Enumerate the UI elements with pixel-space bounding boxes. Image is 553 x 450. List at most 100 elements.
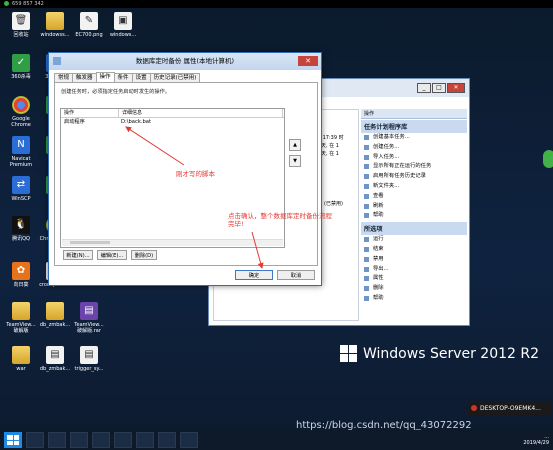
status-dot-icon [4, 1, 9, 6]
action-item[interactable]: 删除 [361, 284, 467, 294]
desktop-icon[interactable]: TeamView... 破解版 [4, 302, 38, 334]
windows-brand-text: Windows Server 2012 R2 [363, 345, 540, 362]
windows-logo-icon [340, 345, 357, 362]
desktop-icon-label: 腾讯QQ [12, 236, 30, 242]
taskbar-app-icon[interactable] [26, 432, 44, 448]
desktop-icon[interactable]: ▤ TeamView... 破解版.rar [72, 302, 106, 334]
purple-icon: ▤ [80, 302, 98, 320]
desktop-icon[interactable]: ✿ 向日葵 [4, 262, 38, 288]
desktop-icon-label: windowss... [40, 32, 70, 38]
taskbar-app-icon[interactable] [92, 432, 110, 448]
desktop-icon[interactable]: ▣ windows... [106, 12, 140, 38]
desktop-icon[interactable]: 🗑 回收站 [4, 12, 38, 38]
tray-date: 2019/4/29 [523, 440, 549, 446]
horizontal-scrollbar[interactable] [62, 239, 283, 246]
action-item[interactable]: 导出... [361, 265, 467, 275]
orange-icon: ✿ [12, 262, 30, 280]
desktop-icon-label: war [16, 366, 26, 372]
dialog-titlebar: 数据库定时备份 属性(本地计算机) ✕ [49, 53, 321, 70]
desktop-icon[interactable]: db_zmbak... [38, 302, 72, 328]
action-item[interactable]: 刷新 [361, 202, 467, 212]
folder-icon [46, 302, 64, 320]
action-item[interactable]: 启用所有任务历史记录 [361, 172, 467, 182]
ok-button[interactable]: 确定 [235, 270, 273, 280]
desktop-icon-label: db_zmbak... [39, 322, 71, 328]
desktop-icon-label: EC700.png [75, 32, 103, 38]
action-item[interactable]: 导入任务... [361, 153, 467, 163]
desktop-icon[interactable]: ▤ trigger_sy... [72, 346, 106, 372]
scroll-thumb[interactable] [70, 241, 110, 244]
move-up-button[interactable]: ▲ [289, 139, 301, 151]
new-action-button[interactable]: 新建(N)... [63, 250, 93, 260]
windows-brand: Windows Server 2012 R2 [340, 345, 539, 362]
action-item[interactable]: 帮助 [361, 211, 467, 221]
action-item[interactable]: 创建基本任务... [361, 133, 467, 143]
action-item[interactable]: 结束 [361, 245, 467, 255]
file-icon: ▤ [46, 346, 64, 364]
taskbar-app-icon[interactable] [136, 432, 154, 448]
desktop-icon[interactable]: windowss... [38, 12, 72, 38]
taskbar-app-icon[interactable] [70, 432, 88, 448]
list-header: 操作 详细信息 [61, 109, 284, 118]
taskbar: ... 2019/4/29 [0, 430, 553, 450]
side-expand-icon[interactable] [543, 150, 553, 168]
desktop-icon[interactable]: N Navicat Premium [4, 136, 38, 168]
desktop-icon[interactable]: ⇄ WinSCP [4, 176, 38, 202]
action-item[interactable]: 运行 [361, 235, 467, 245]
folder-icon [46, 12, 64, 30]
column-header-detail[interactable]: 详细信息 [119, 109, 283, 117]
system-tray[interactable]: ... 2019/4/29 [523, 434, 553, 446]
desktop-icon[interactable]: ✓ 360杀毒 [4, 54, 38, 80]
action-item[interactable]: 禁用 [361, 255, 467, 265]
desktop-icon-label: windows... [109, 32, 137, 38]
actions-header: 操作 [361, 109, 467, 119]
start-button[interactable] [4, 432, 22, 448]
table-row[interactable]: 启动程序 D:\back.bat [61, 118, 284, 126]
delete-action-button[interactable]: 删除(D) [131, 250, 157, 260]
edit-action-button[interactable]: 编辑(E)... [97, 250, 127, 260]
fragment-text: (已禁用) [324, 201, 343, 207]
desktop-icon[interactable]: ✎ EC700.png [72, 12, 106, 38]
desktop-icon[interactable]: war [4, 346, 38, 372]
desktop-icon-label: WinSCP [11, 196, 31, 202]
actions-section-title[interactable]: 任务计划程序库 [361, 120, 467, 133]
move-down-button[interactable]: ▼ [289, 155, 301, 167]
actions-description: 创建任务时，必须指定任务启动时发生的操作。 [61, 89, 170, 95]
taskbar-app-icon[interactable] [48, 432, 66, 448]
desktop-icon-label: Navicat Premium [9, 156, 33, 168]
taskbar-app-icon[interactable] [158, 432, 176, 448]
dialog-close-button[interactable]: ✕ [298, 56, 318, 66]
desktop-icon-label: TeamView... 破解版.rar [74, 322, 104, 334]
minimize-button[interactable]: _ [417, 83, 431, 93]
desktop-icon[interactable]: Google Chrome [4, 96, 38, 128]
column-header-action[interactable]: 操作 [61, 109, 119, 117]
action-item[interactable]: 查看 [361, 192, 467, 202]
action-item[interactable]: 创建任务... [361, 143, 467, 153]
desktop-icon-label: 回收站 [13, 32, 29, 38]
cancel-button[interactable]: 取消 [277, 270, 315, 280]
desktop-icon-label: Google Chrome [11, 116, 31, 128]
desktop-icon[interactable]: 🐧 腾讯QQ [4, 216, 38, 242]
status-icon [471, 405, 477, 411]
taskbar-app-icon[interactable] [114, 432, 132, 448]
annotation-confirm: 点击确认，整个数据库定时备份流程完毕! [228, 212, 332, 228]
session-id: 659 857 342 [12, 1, 44, 7]
maximize-button[interactable]: □ [432, 83, 446, 93]
desktop-icon[interactable]: ▤ db_zmbak... [38, 346, 72, 372]
action-item[interactable]: 新文件夹... [361, 182, 467, 192]
folder-icon [12, 346, 30, 364]
desktop-info: DESKTOP-O9EMK4... [467, 402, 551, 416]
row-detail: D:\back.bat [121, 119, 151, 125]
task-icon [53, 57, 61, 65]
actions-panel: 操作 任务计划程序库 创建基本任务... 创建任务... 导入任务... 显示所有正在运… [361, 109, 467, 321]
remote-session-bar: 659 857 342 [0, 0, 553, 8]
row-action: 启动程序 [64, 119, 85, 125]
desktop-icon-label: db_zmbak... [39, 366, 71, 372]
actions-section-title[interactable]: 所选项 [361, 222, 467, 236]
taskbar-app-icon[interactable] [180, 432, 198, 448]
desktop-icon-label: TeamView... 破解版 [6, 322, 36, 334]
action-item[interactable]: 显示所有正在运行的任务 [361, 162, 467, 172]
action-item[interactable]: 帮助 [361, 294, 467, 304]
action-item[interactable]: 属性 [361, 274, 467, 284]
close-button[interactable]: ✕ [447, 83, 465, 93]
